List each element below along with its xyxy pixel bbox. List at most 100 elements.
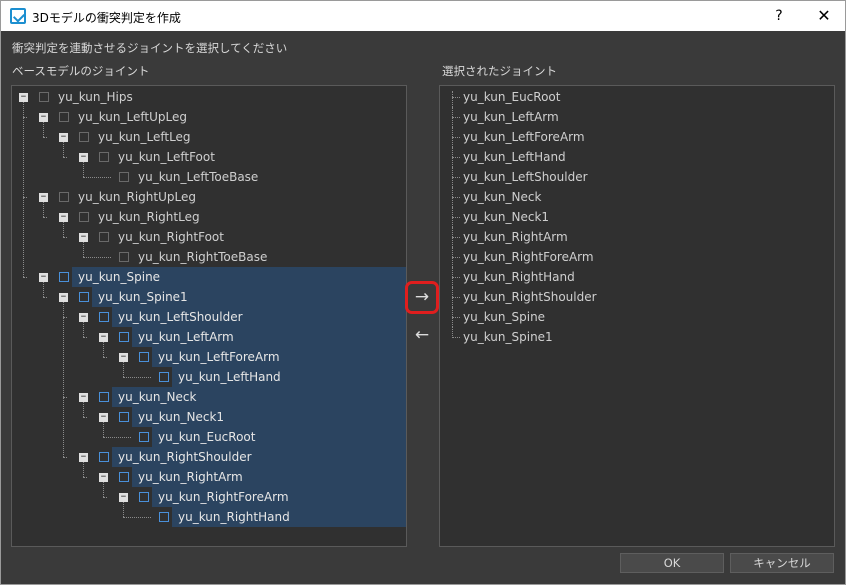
node-checkbox[interactable]: [59, 112, 69, 122]
tree-node-label: yu_kun_LeftLeg: [98, 130, 191, 144]
tree-node[interactable]: − yu_kun_RightForeArm: [12, 487, 406, 507]
node-checkbox[interactable]: [39, 92, 49, 102]
node-checkbox[interactable]: [119, 472, 129, 482]
list-item[interactable]: yu_kun_EucRoot: [463, 87, 560, 107]
tree-node[interactable]: yu_kun_LeftToeBase: [12, 167, 406, 187]
list-connector: [452, 137, 460, 138]
tree-node[interactable]: − yu_kun_Spine: [12, 267, 406, 287]
tree-node[interactable]: − yu_kun_RightFoot: [12, 227, 406, 247]
tree-node-label: yu_kun_LeftShoulder: [118, 310, 243, 324]
node-checkbox[interactable]: [119, 172, 129, 182]
ok-button[interactable]: OK: [620, 553, 724, 573]
collapse-icon[interactable]: −: [79, 153, 88, 162]
list-item[interactable]: yu_kun_LeftForeArm: [463, 127, 585, 147]
collapse-icon[interactable]: −: [19, 93, 28, 102]
list-item[interactable]: yu_kun_RightHand: [463, 267, 575, 287]
list-item[interactable]: yu_kun_LeftShoulder: [463, 167, 588, 187]
tree-node[interactable]: − yu_kun_LeftForeArm: [12, 347, 406, 367]
list-item[interactable]: yu_kun_Spine1: [463, 327, 553, 347]
list-connector: [452, 257, 460, 258]
node-checkbox[interactable]: [159, 512, 169, 522]
tree-node[interactable]: − yu_kun_LeftFoot: [12, 147, 406, 167]
node-checkbox[interactable]: [99, 452, 109, 462]
collapse-icon[interactable]: −: [119, 493, 128, 502]
collapse-icon[interactable]: −: [79, 453, 88, 462]
arrow-left-icon[interactable]: ←: [406, 321, 438, 351]
tree-node[interactable]: yu_kun_RightToeBase: [12, 247, 406, 267]
selected-joint-list[interactable]: yu_kun_EucRoot yu_kun_LeftArm yu_kun_LeftF…: [439, 85, 835, 547]
close-button[interactable]: ✕: [813, 5, 835, 27]
list-item[interactable]: yu_kun_RightArm: [463, 227, 568, 247]
node-checkbox[interactable]: [119, 332, 129, 342]
list-item[interactable]: yu_kun_RightForeArm: [463, 247, 594, 267]
tree-node[interactable]: − yu_kun_RightUpLeg: [12, 187, 406, 207]
tree-node-label: yu_kun_Neck: [118, 390, 197, 404]
tree-node[interactable]: yu_kun_EucRoot: [12, 427, 406, 447]
collapse-icon[interactable]: −: [99, 473, 108, 482]
tree-node-label: yu_kun_EucRoot: [158, 430, 256, 444]
collapse-icon[interactable]: −: [59, 133, 68, 142]
node-checkbox[interactable]: [139, 432, 149, 442]
tree-node[interactable]: − yu_kun_RightShoulder: [12, 447, 406, 467]
tree-node-label: yu_kun_LeftForeArm: [158, 350, 280, 364]
collapse-icon[interactable]: −: [119, 353, 128, 362]
tree-node-label: yu_kun_LeftToeBase: [138, 170, 259, 184]
node-checkbox[interactable]: [59, 192, 69, 202]
node-checkbox[interactable]: [79, 132, 89, 142]
node-checkbox[interactable]: [99, 312, 109, 322]
collapse-icon[interactable]: −: [59, 293, 68, 302]
tree-node[interactable]: − yu_kun_Spine1: [12, 287, 406, 307]
tree-node-label: yu_kun_Hips: [58, 90, 133, 104]
tree-node-label: yu_kun_LeftArm: [138, 330, 234, 344]
collapse-icon[interactable]: −: [99, 333, 108, 342]
node-checkbox[interactable]: [79, 292, 89, 302]
node-checkbox[interactable]: [99, 392, 109, 402]
collapse-icon[interactable]: −: [39, 193, 48, 202]
node-checkbox[interactable]: [99, 152, 109, 162]
list-connector: [452, 317, 460, 318]
cancel-button[interactable]: キャンセル: [730, 553, 834, 573]
collapse-icon[interactable]: −: [39, 273, 48, 282]
tree-node-label: yu_kun_LeftFoot: [118, 150, 215, 164]
node-checkbox[interactable]: [139, 492, 149, 502]
tree-node[interactable]: − yu_kun_LeftArm: [12, 327, 406, 347]
collapse-icon[interactable]: −: [79, 313, 88, 322]
app-icon: [10, 8, 26, 24]
tree-node[interactable]: − yu_kun_LeftShoulder: [12, 307, 406, 327]
list-item[interactable]: yu_kun_Neck1: [463, 207, 549, 227]
list-item[interactable]: yu_kun_Spine: [463, 307, 545, 327]
tree-node[interactable]: yu_kun_LeftHand: [12, 367, 406, 387]
node-checkbox[interactable]: [59, 272, 69, 282]
collapse-icon[interactable]: −: [79, 393, 88, 402]
node-checkbox[interactable]: [99, 232, 109, 242]
tree-node[interactable]: − yu_kun_LeftUpLeg: [12, 107, 406, 127]
arrow-right-icon[interactable]: →: [405, 281, 439, 314]
collapse-icon[interactable]: −: [79, 233, 88, 242]
node-checkbox[interactable]: [119, 252, 129, 262]
node-checkbox[interactable]: [119, 412, 129, 422]
list-connector: [452, 97, 460, 98]
tree-node[interactable]: − yu_kun_Neck1: [12, 407, 406, 427]
list-item[interactable]: yu_kun_LeftHand: [463, 147, 566, 167]
tree-node-label: yu_kun_RightHand: [178, 510, 290, 524]
node-checkbox[interactable]: [139, 352, 149, 362]
help-button[interactable]: ?: [769, 5, 789, 27]
list-item[interactable]: yu_kun_Neck: [463, 187, 541, 207]
list-item[interactable]: yu_kun_LeftArm: [463, 107, 559, 127]
window-title: 3Dモデルの衝突判定を作成: [32, 11, 181, 25]
tree-node[interactable]: − yu_kun_RightArm: [12, 467, 406, 487]
collapse-icon[interactable]: −: [99, 413, 108, 422]
tree-node[interactable]: yu_kun_RightHand: [12, 507, 406, 527]
base-joint-tree[interactable]: − yu_kun_Hips − yu_kun_LeftUpLeg − yu_kun_Lef…: [11, 85, 407, 547]
list-connector: [452, 177, 460, 178]
list-connector: [452, 117, 460, 118]
node-checkbox[interactable]: [159, 372, 169, 382]
tree-node[interactable]: − yu_kun_Neck: [12, 387, 406, 407]
tree-node[interactable]: − yu_kun_LeftLeg: [12, 127, 406, 147]
node-checkbox[interactable]: [79, 212, 89, 222]
tree-node[interactable]: − yu_kun_Hips: [12, 87, 406, 107]
list-item[interactable]: yu_kun_RightShoulder: [463, 287, 597, 307]
collapse-icon[interactable]: −: [39, 113, 48, 122]
collapse-icon[interactable]: −: [59, 213, 68, 222]
tree-node[interactable]: − yu_kun_RightLeg: [12, 207, 406, 227]
